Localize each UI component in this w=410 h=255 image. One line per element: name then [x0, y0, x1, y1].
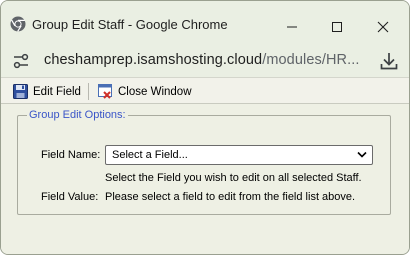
window-close-icon — [98, 84, 112, 99]
field-name-selected-value: Select a Field... — [112, 149, 188, 161]
chevron-down-icon — [357, 151, 367, 158]
title-bar[interactable]: Group Edit Staff - Google Chrome — [1, 1, 409, 41]
maximize-icon — [332, 22, 342, 32]
edit-field-label: Edit Field — [33, 85, 81, 98]
edit-field-button[interactable]: Edit Field — [13, 82, 81, 101]
browser-window: Group Edit Staff - Google Chrome chesham… — [0, 0, 410, 255]
floppy-disk-icon — [13, 84, 28, 99]
chrome-icon — [10, 16, 26, 32]
field-name-label: Field Name: — [41, 149, 101, 161]
page-content: Group Edit Options: Field Name: Select a… — [1, 104, 409, 254]
field-name-select[interactable]: Select a Field... — [105, 145, 373, 165]
field-name-help-text: Select the Field you wish to edit on all… — [105, 172, 362, 184]
field-value-text: Please select a field to edit from the f… — [105, 191, 356, 203]
close-window-button[interactable]: Close Window — [98, 82, 192, 101]
close-window-label: Close Window — [118, 85, 192, 98]
window-title: Group Edit Staff - Google Chrome — [32, 17, 228, 32]
url-path: /modules/HR... — [262, 52, 360, 68]
minimize-icon — [287, 26, 297, 28]
group-edit-options-legend: Group Edit Options: — [27, 109, 128, 121]
maximize-button[interactable] — [323, 13, 351, 41]
url-text[interactable]: cheshamprep.isamshosting.cloud/modules/H… — [44, 52, 360, 68]
group-edit-options-panel: Group Edit Options: Field Name: Select a… — [17, 109, 391, 215]
close-icon — [377, 21, 389, 33]
toolbar-divider — [88, 83, 89, 100]
address-bar: cheshamprep.isamshosting.cloud/modules/H… — [1, 41, 409, 77]
tune-icon[interactable] — [10, 50, 32, 72]
page-toolbar: Edit Field Close Window — [1, 77, 409, 104]
field-value-label: Field Value: — [41, 191, 99, 203]
close-button[interactable] — [369, 13, 397, 41]
url-host: cheshamprep.isamshosting.cloud — [44, 52, 263, 68]
download-icon[interactable] — [378, 50, 400, 72]
minimize-button[interactable] — [278, 13, 306, 41]
